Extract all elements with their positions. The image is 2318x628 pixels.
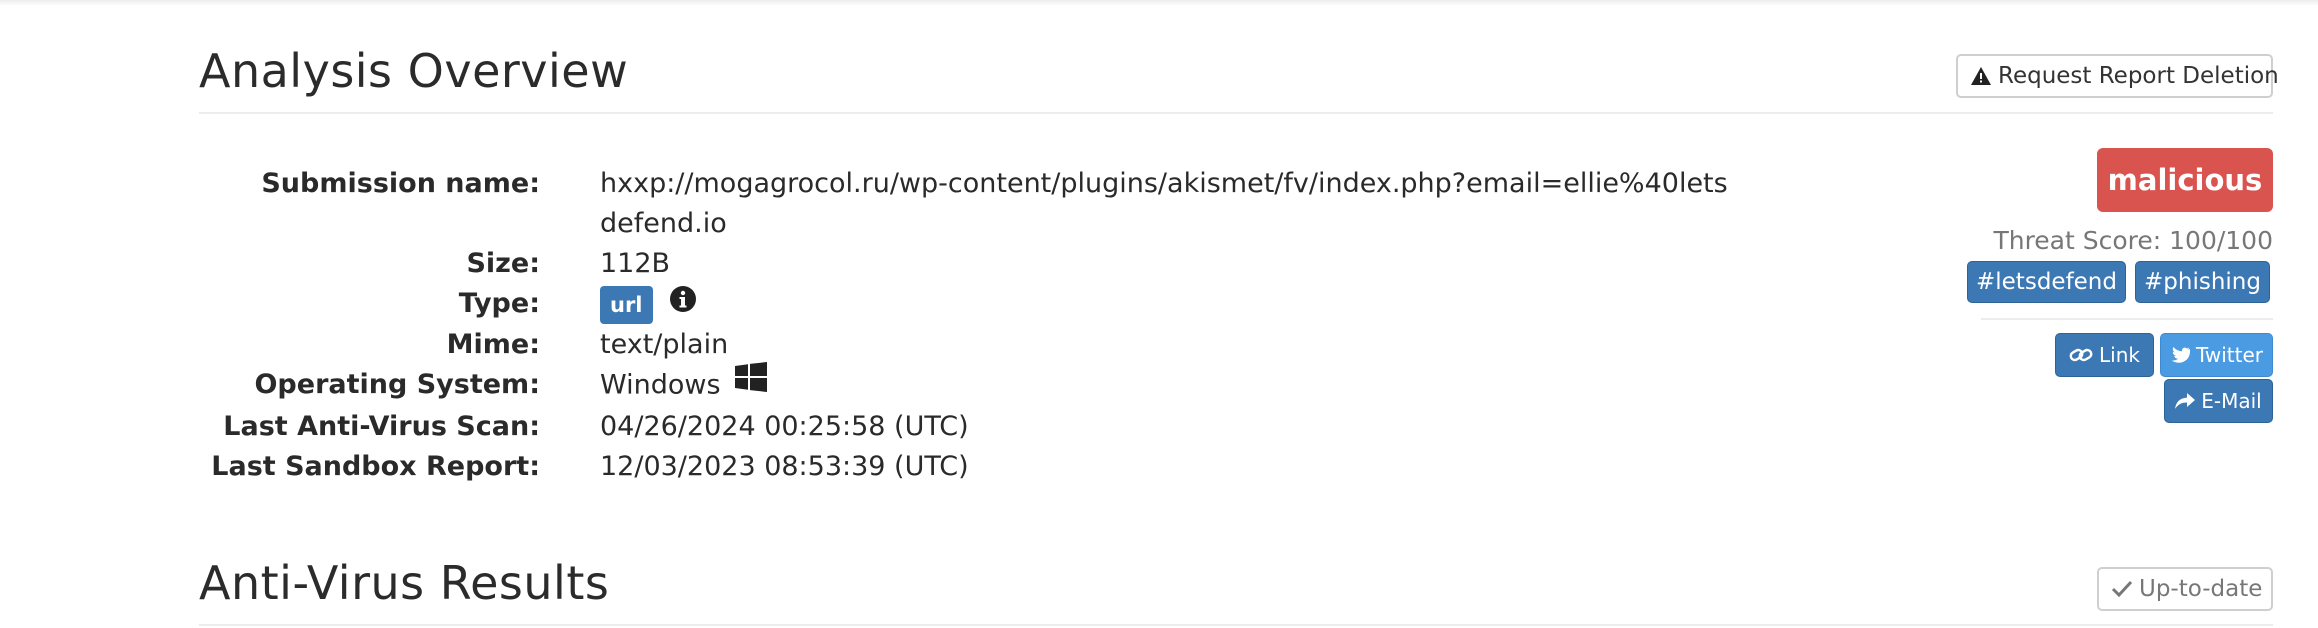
share-twitter-label: Twitter: [2195, 343, 2264, 367]
tag-letsdefend[interactable]: #letsdefend: [1967, 261, 2126, 303]
share-email-button[interactable]: E-Mail: [2164, 379, 2273, 423]
last-av-scan-value: 04/26/2024 00:25:58 (UTC): [600, 410, 969, 442]
link-icon: [2069, 346, 2093, 364]
share-email-label: E-Mail: [2201, 389, 2262, 413]
last-sandbox-report-value: 12/03/2023 08:53:39 (UTC): [600, 450, 969, 482]
warning-icon: [1970, 66, 1992, 86]
type-value: url: [600, 284, 1750, 325]
info-icon[interactable]: [669, 285, 697, 325]
check-icon: [2111, 580, 2133, 598]
request-report-deletion-label: Request Report Deletion: [1998, 63, 2279, 89]
section-divider: [199, 112, 2273, 114]
last-sandbox-report-label: Last Sandbox Report:: [211, 450, 540, 482]
antivirus-results-title: Anti-Virus Results: [199, 556, 610, 610]
share-icon: [2175, 392, 2196, 410]
threat-score: Threat Score: 100/100: [1993, 226, 2273, 255]
up-to-date-button[interactable]: Up-to-date: [2097, 567, 2273, 611]
submission-name-line-1: hxxp://mogagrocol.ru/wp-content/plugins/…: [600, 168, 1728, 199]
os-label: Operating System:: [254, 368, 540, 400]
tag-phishing[interactable]: #phishing: [2135, 261, 2270, 303]
mime-label: Mime:: [446, 328, 540, 360]
submission-details: Submission name: hxxp://mogagrocol.ru/wp…: [199, 164, 1759, 487]
detail-row-sandbox: Last Sandbox Report: 12/03/2023 08:53:39…: [199, 447, 1759, 487]
share-twitter-button[interactable]: Twitter: [2160, 333, 2273, 377]
up-to-date-label: Up-to-date: [2139, 576, 2263, 602]
size-label: Size:: [466, 248, 540, 279]
detail-row-os: Operating System: Windows: [199, 361, 1759, 407]
share-link-button[interactable]: Link: [2055, 333, 2154, 377]
os-value-text: Windows: [600, 369, 721, 400]
top-shadow: [0, 0, 2318, 6]
submission-name-value: hxxp://mogagrocol.ru/wp-content/plugins/…: [600, 164, 1750, 244]
detail-row-mime: Mime: text/plain: [199, 325, 1759, 365]
share-divider: [1981, 318, 2273, 320]
submission-name-label: Submission name:: [261, 168, 540, 199]
twitter-icon: [2170, 347, 2190, 363]
mime-value: text/plain: [600, 328, 729, 360]
detail-row-size: Size: 112B: [199, 244, 1759, 284]
page-title: Analysis Overview: [199, 44, 629, 98]
submission-name-line-2: defend.io: [600, 208, 727, 239]
size-value: 112B: [600, 248, 671, 279]
verdict-badge: malicious: [2097, 148, 2273, 212]
share-link-label: Link: [2099, 343, 2140, 367]
type-badge: url: [600, 285, 653, 324]
request-report-deletion-button[interactable]: Request Report Deletion: [1956, 54, 2279, 98]
antivirus-divider: [199, 624, 2273, 626]
detail-row-av-scan: Last Anti-Virus Scan: 04/26/2024 00:25:5…: [199, 407, 1759, 447]
os-value: Windows: [600, 361, 1750, 407]
type-label: Type:: [458, 288, 540, 319]
detail-row-type: Type: url: [199, 284, 1759, 325]
detail-row-submission: Submission name: hxxp://mogagrocol.ru/wp…: [199, 164, 1759, 244]
last-av-scan-label: Last Anti-Virus Scan:: [223, 410, 540, 442]
windows-icon: [735, 361, 768, 404]
